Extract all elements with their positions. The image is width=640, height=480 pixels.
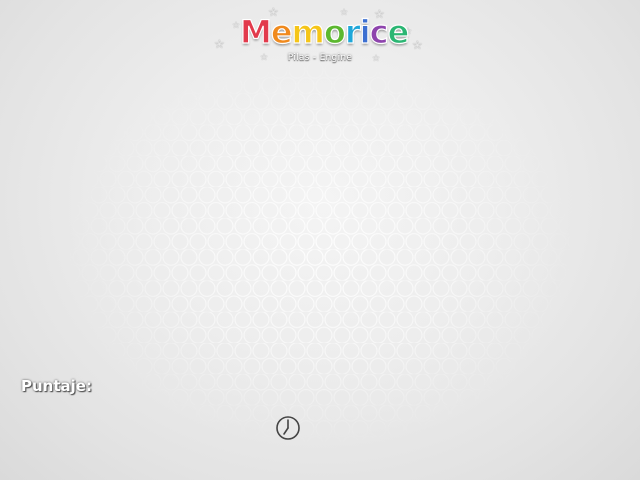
clock-icon — [276, 416, 300, 440]
title-letter: m — [291, 12, 326, 51]
star-icon: ☆ — [412, 38, 423, 52]
hexagon-background-pattern — [0, 0, 640, 480]
title-letter: e — [270, 12, 293, 51]
game-subtitle: Pilas - Engine — [287, 53, 353, 63]
title-letter: i — [359, 12, 371, 51]
game-logo: ☆ ☆ ☆ ☆ ☆ ☆ ☆ ☆ ☆ Memorice Pilas - Engin… — [210, 6, 430, 70]
star-icon: ☆ — [214, 37, 225, 51]
title-letter: M — [239, 12, 272, 51]
score-label: Puntaje: — [21, 377, 92, 395]
title-letter: r — [344, 12, 361, 51]
title-letter: o — [323, 12, 346, 51]
star-icon: ☆ — [232, 21, 241, 31]
title-letter: c — [369, 12, 389, 51]
title-letter: e — [387, 12, 410, 51]
game-title: Memorice — [239, 12, 409, 52]
